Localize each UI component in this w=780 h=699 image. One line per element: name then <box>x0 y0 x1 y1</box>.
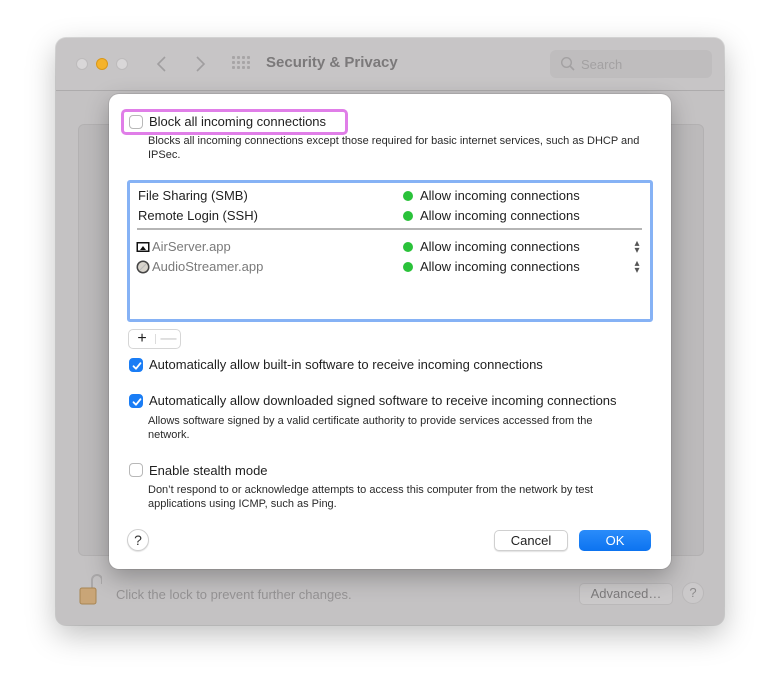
remove-app-button[interactable]: — <box>156 330 181 348</box>
stealth-mode-checkbox[interactable] <box>129 463 143 477</box>
search-input[interactable]: Search <box>550 50 712 78</box>
status-popup-stepper-icon[interactable]: ▴ ▾ <box>633 239 641 256</box>
window-help-button[interactable]: ? <box>682 582 704 604</box>
service-name: Remote Login (SSH) <box>138 208 258 223</box>
app-name: AudioStreamer.app <box>152 259 264 274</box>
forward-button[interactable] <box>190 52 210 76</box>
service-name: File Sharing (SMB) <box>138 188 248 203</box>
status-green-dot-icon <box>403 262 413 272</box>
lock-status-text: Click the lock to prevent further change… <box>116 587 352 602</box>
stealth-mode-label: Enable stealth mode <box>149 463 268 478</box>
status-popup-stepper-icon[interactable]: ▴ ▾ <box>633 259 641 276</box>
chevron-right-icon <box>196 56 206 72</box>
add-app-button[interactable]: + <box>129 330 155 348</box>
advanced-button[interactable]: Advanced… <box>579 583 673 605</box>
list-separator <box>137 228 642 230</box>
block-all-description: Blocks all incoming connections except t… <box>148 135 640 161</box>
block-all-label: Block all incoming connections <box>149 114 327 129</box>
app-name: AirServer.app <box>152 239 231 254</box>
status-green-dot-icon <box>403 191 413 201</box>
status-green-dot-icon <box>403 211 413 221</box>
back-button[interactable] <box>152 52 172 76</box>
checkmark-icon <box>132 398 142 406</box>
search-placeholder: Search <box>581 57 623 72</box>
zoom-window-button[interactable] <box>116 58 128 70</box>
title-bar: Security & Privacy Search <box>56 38 724 91</box>
close-window-button[interactable] <box>76 58 88 70</box>
auto-allow-signed-description: Allows software signed by a valid certif… <box>148 415 593 441</box>
chevron-left-icon <box>156 56 166 72</box>
stealth-mode-description: Don’t respond to or acknowledge attempts… <box>148 484 594 510</box>
list-item-app[interactable]: AudioStreamer.app Allow incoming connect… <box>130 257 650 277</box>
service-status: Allow incoming connections <box>420 208 580 223</box>
help-button[interactable]: ? <box>127 529 149 551</box>
checkmark-icon <box>132 362 142 370</box>
search-icon <box>560 56 575 71</box>
list-item-service[interactable]: Remote Login (SSH) Allow incoming connec… <box>130 206 650 226</box>
cancel-button[interactable]: Cancel <box>494 530 568 551</box>
app-status: Allow incoming connections <box>420 239 580 254</box>
app-status: Allow incoming connections <box>420 259 580 274</box>
list-item-service[interactable]: File Sharing (SMB) Allow incoming connec… <box>130 186 650 206</box>
list-item-app[interactable]: AirServer.app Allow incoming connections… <box>130 237 650 257</box>
auto-allow-signed-label: Automatically allow downloaded signed so… <box>149 393 617 408</box>
window-title: Security & Privacy <box>266 54 398 71</box>
minimize-window-button[interactable] <box>96 58 108 70</box>
auto-allow-builtin-checkbox[interactable] <box>129 358 143 372</box>
auto-allow-signed-checkbox[interactable] <box>129 394 143 408</box>
lock-open-icon[interactable] <box>78 572 102 606</box>
firewall-options-sheet: Block all incoming connections Blocks al… <box>109 94 671 569</box>
show-all-grid-icon[interactable] <box>232 56 250 72</box>
ok-button[interactable]: OK <box>579 530 651 551</box>
airplay-icon <box>136 242 150 252</box>
app-circle-icon <box>136 260 150 274</box>
block-all-checkbox[interactable] <box>129 115 143 129</box>
auto-allow-builtin-label: Automatically allow built-in software to… <box>149 357 543 372</box>
service-status: Allow incoming connections <box>420 188 580 203</box>
status-green-dot-icon <box>403 242 413 252</box>
add-remove-control: + — <box>128 329 181 349</box>
firewall-app-list[interactable]: File Sharing (SMB) Allow incoming connec… <box>127 180 653 322</box>
